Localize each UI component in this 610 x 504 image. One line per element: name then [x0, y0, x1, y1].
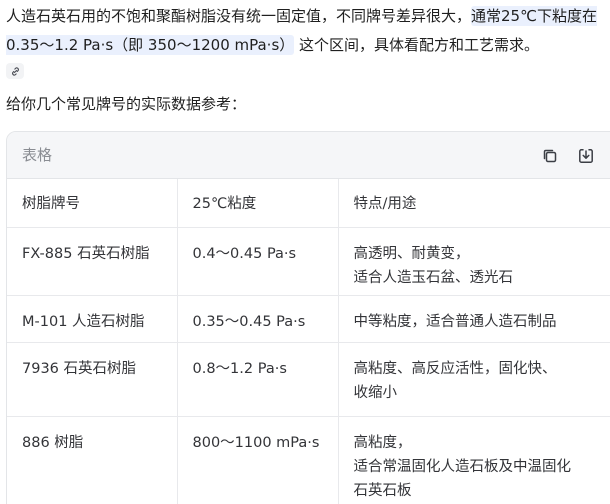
chat-answer-page: 人造石英石用的不饱和聚酯树脂没有统一固定值，不同牌号差异很大，通常25℃下粘度在…: [0, 0, 610, 504]
feature-line: 高透明、耐黄变，: [353, 245, 470, 262]
resin-table: 树脂牌号 25℃粘度 特点/用途 FX-885 石英石树脂 0.4～0.45 P…: [7, 179, 610, 504]
cell-features: 高粘度、高反应活性，固化快、 收缩小: [337, 342, 610, 417]
answer-text-part1: 人造石英石用的不饱和聚酯树脂没有统一固定值，不同牌号差异很大，: [6, 7, 472, 25]
link-icon: [11, 66, 19, 76]
data-table-card: 表格 树脂牌号 25℃粘度 特点/用途 FX-885 石英石树脂 0.4～0.4…: [6, 131, 610, 504]
answer-paragraph: 人造石英石用的不饱和聚酯树脂没有统一固定值，不同牌号差异很大，通常25℃下粘度在…: [6, 2, 606, 60]
intro-text: 给你几个常见牌号的实际数据参考：: [6, 95, 247, 113]
feature-line: 适合人造玉石盆、透光石: [353, 269, 514, 286]
cell-viscosity: 0.4～0.45 Pa·s: [176, 227, 338, 296]
answer-text-part2: 这个区间，具体看配方和工艺需求。: [294, 36, 540, 54]
cell-viscosity: 0.35～0.45 Pa·s: [176, 295, 338, 343]
feature-line: 中等粘度，适合普通人造石制品: [353, 313, 557, 330]
table-row: 886 树脂 800～1100 mPa·s 高粘度， 适合常温固化人造石板及中温…: [7, 416, 610, 504]
source-link-button[interactable]: [6, 63, 24, 79]
cell-grade: 7936 石英石树脂: [7, 342, 177, 417]
cell-viscosity: 800～1100 mPa·s: [176, 416, 338, 504]
feature-line: 适合常温固化人造石板及中温固化: [353, 458, 572, 475]
table-title: 表格: [22, 146, 53, 164]
feature-line: 收缩小: [353, 384, 398, 401]
feature-line: 高粘度、高反应活性，固化快、: [353, 360, 557, 377]
cell-features: 高粘度， 适合常温固化人造石板及中温固化 石英石板: [337, 416, 610, 504]
cell-grade: FX-885 石英石树脂: [7, 227, 177, 296]
copy-icon[interactable]: [541, 147, 559, 165]
table-toolbar: 表格: [7, 132, 610, 179]
cell-viscosity: 0.8～1.2 Pa·s: [176, 342, 338, 417]
table-header-row: 树脂牌号 25℃粘度 特点/用途: [7, 179, 610, 228]
table-row: 7936 石英石树脂 0.8～1.2 Pa·s 高粘度、高反应活性，固化快、 收…: [7, 342, 610, 417]
column-header-features: 特点/用途: [337, 179, 610, 228]
column-header-grade: 树脂牌号: [7, 179, 177, 228]
table-row: FX-885 石英石树脂 0.4～0.45 Pa·s 高透明、耐黄变， 适合人造…: [7, 227, 610, 296]
cell-grade: 886 树脂: [22, 434, 84, 451]
table-row: M-101 人造石树脂 0.35～0.45 Pa·s 中等粘度，适合普通人造石制…: [7, 295, 610, 343]
column-header-viscosity: 25℃粘度: [176, 179, 338, 228]
cell-features: 高透明、耐黄变， 适合人造玉石盆、透光石: [337, 227, 610, 296]
download-icon[interactable]: [577, 147, 595, 165]
feature-line: 高粘度，: [353, 434, 412, 451]
feature-line: 石英石板: [353, 482, 412, 499]
cell-features: 中等粘度，适合普通人造石制品: [337, 295, 610, 343]
cell-grade: M-101 人造石树脂: [7, 295, 177, 343]
